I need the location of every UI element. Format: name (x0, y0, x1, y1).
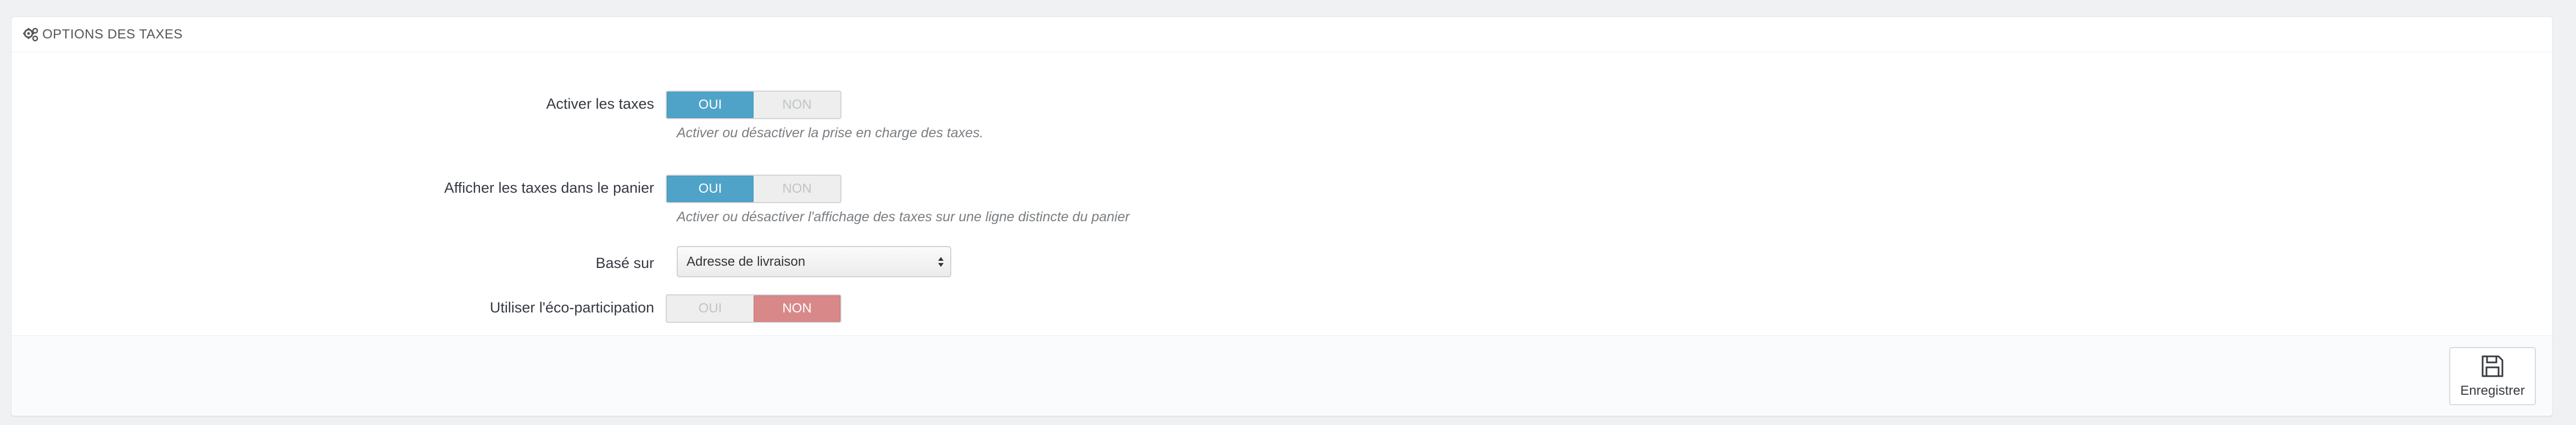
display-tax-label: Afficher les taxes dans le panier (444, 180, 654, 196)
eco-tax-row: Utiliser l'éco-participation OUI NON (12, 286, 2552, 330)
based-on-row: Basé sur Adresse de livraison (12, 237, 2552, 286)
enable-taxes-label: Activer les taxes (546, 96, 654, 112)
select-arrows-icon (938, 257, 944, 267)
eco-tax-label: Utiliser l'éco-participation (489, 299, 654, 316)
eco-tax-switch[interactable]: OUI NON (666, 294, 841, 323)
display-tax-yes-option[interactable]: OUI (667, 176, 754, 202)
eco-tax-no-option[interactable]: NON (754, 295, 840, 322)
save-button[interactable]: Enregistrer (2449, 347, 2536, 405)
display-tax-no-option[interactable]: NON (754, 176, 840, 202)
display-tax-row: Afficher les taxes dans le panier OUI NO… (12, 156, 2552, 233)
floppy-disk-icon (2482, 355, 2503, 377)
enable-taxes-yes-option[interactable]: OUI (667, 92, 754, 118)
display-tax-help: Activer ou désactiver l'affichage des ta… (677, 209, 1130, 225)
enable-taxes-no-option[interactable]: NON (754, 92, 840, 118)
panel-footer: Enregistrer (12, 335, 2552, 416)
based-on-label: Basé sur (595, 255, 654, 271)
display-tax-switch[interactable]: OUI NON (666, 175, 841, 203)
based-on-select[interactable]: Adresse de livraison (677, 246, 951, 277)
enable-taxes-switch[interactable]: OUI NON (666, 91, 841, 119)
save-button-label: Enregistrer (2460, 383, 2525, 398)
panel-heading: OPTIONS DES TAXES (12, 17, 2552, 52)
enable-taxes-row: Activer les taxes OUI NON Activer ou dés… (12, 72, 2552, 149)
eco-tax-yes-option[interactable]: OUI (667, 295, 754, 322)
based-on-selected-value: Adresse de livraison (687, 254, 806, 269)
tax-options-panel: OPTIONS DES TAXES Activer les taxes OUI … (11, 16, 2553, 416)
enable-taxes-help: Activer ou désactiver la prise en charge… (677, 125, 984, 141)
gears-icon (23, 27, 38, 41)
panel-title: OPTIONS DES TAXES (42, 26, 183, 42)
